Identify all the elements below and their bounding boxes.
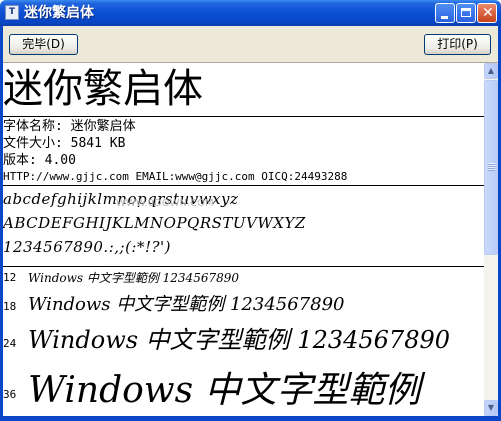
divider-middle xyxy=(3,185,484,186)
scroll-thumb[interactable] xyxy=(484,80,498,255)
toolbar: 完毕(D) 打印(P) xyxy=(3,26,498,63)
close-icon: ✕ xyxy=(482,5,494,21)
close-button[interactable]: ✕ xyxy=(477,3,497,23)
divider-bottom xyxy=(3,266,484,267)
sample-size-label: 18 xyxy=(3,300,17,313)
watermark-text: WWW.0DOWN.COM xyxy=(116,198,214,209)
font-file-icon[interactable]: T xyxy=(5,5,19,20)
divider-top xyxy=(3,116,484,117)
minimize-icon xyxy=(441,16,448,19)
minimize-button[interactable] xyxy=(435,3,455,23)
grip-icon xyxy=(488,163,495,171)
sample-size-label: 24 xyxy=(3,337,17,350)
vertical-scrollbar[interactable]: ▲ ▼ xyxy=(484,63,498,416)
print-button[interactable]: 打印(P) xyxy=(424,34,491,55)
sample-text: Windows 中文字型範例 1234567890 xyxy=(28,326,451,354)
maximize-icon xyxy=(461,8,471,17)
sample-size-label: 36 xyxy=(3,388,17,401)
sample-text: Windows 中文字型範例 1234567890 xyxy=(28,271,240,285)
scroll-up-button[interactable]: ▲ xyxy=(484,63,498,79)
uppercase-sample: ABCDEFGHIJKLMNOPQRSTUVWXYZ xyxy=(3,214,306,232)
done-button[interactable]: 完毕(D) xyxy=(9,34,78,55)
sample-size-label: 12 xyxy=(3,271,17,284)
title-bar[interactable]: T 迷你繁启体 ✕ xyxy=(0,0,501,26)
font-preview-area[interactable]: 迷你繁启体 字体名称: 迷你繁启体 文件大小: 5841 KB 版本: 4.00… xyxy=(3,63,484,416)
arrow-up-icon: ▲ xyxy=(487,66,495,75)
contact-line: HTTP://www.gjjc.com EMAIL:www@gjjc.com O… xyxy=(3,170,348,183)
sample-text: Windows 中文字型範例 xyxy=(28,370,421,411)
scroll-down-button[interactable]: ▼ xyxy=(484,400,498,416)
window-frame-bottom xyxy=(0,416,501,421)
sample-text: Windows 中文字型範例 1234567890 xyxy=(28,294,345,315)
digits-sample: 1234567890.:,;(:*!?') xyxy=(3,238,172,256)
window-title: 迷你繁启体 xyxy=(24,5,94,21)
maximize-button[interactable] xyxy=(456,3,476,23)
arrow-down-icon: ▼ xyxy=(487,403,495,412)
font-name-line: 字体名称: 迷你繁启体 xyxy=(3,119,136,134)
version-line: 版本: 4.00 xyxy=(3,153,76,168)
file-size-line: 文件大小: 5841 KB xyxy=(3,136,126,151)
font-name-heading: 迷你繁启体 xyxy=(3,66,203,112)
